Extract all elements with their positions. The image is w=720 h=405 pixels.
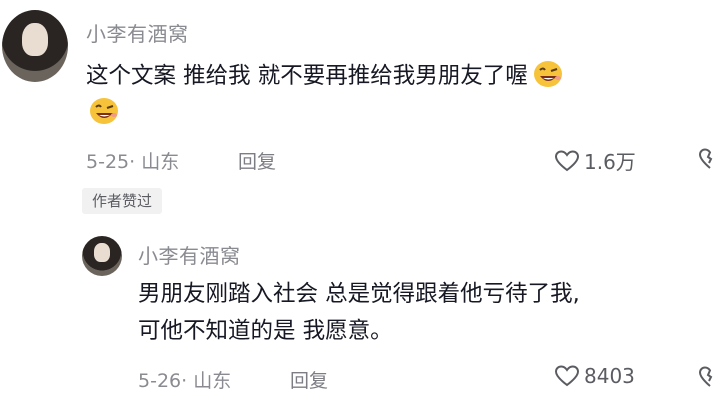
comment-date-location: 5-25· 山东	[86, 151, 180, 173]
like-count: 8403	[584, 364, 635, 388]
reply-button[interactable]: 回复	[238, 147, 276, 174]
comment-text: 这个文案 推给我 就不要再推给我男朋友了喔	[86, 58, 564, 95]
reply-date-location: 5-26· 山东	[138, 370, 232, 392]
reply-author[interactable]: 小李有酒窝	[138, 240, 241, 269]
grinning-wink-emoji-icon	[533, 61, 562, 87]
like-count: 1.6万	[584, 150, 636, 174]
like-button[interactable]: 1.6万	[554, 146, 636, 175]
comment-author[interactable]: 小李有酒窝	[86, 18, 189, 47]
comment-emoji-line	[84, 96, 120, 126]
heart-icon	[554, 365, 580, 387]
avatar[interactable]	[2, 10, 68, 82]
avatar[interactable]	[82, 236, 122, 276]
reply-text-line1: 男朋友刚踏入社会 总是觉得跟着他亏待了我,	[138, 281, 580, 307]
broken-heart-icon[interactable]	[698, 365, 720, 389]
grinning-wink-emoji-icon	[90, 98, 118, 124]
broken-heart-icon[interactable]	[698, 147, 720, 171]
reply-button[interactable]: 回复	[290, 366, 328, 393]
heart-icon	[554, 149, 580, 171]
comment-text-line1: 这个文案 推给我 就不要再推给我男朋友了喔	[86, 63, 528, 89]
like-button[interactable]: 8403	[554, 364, 635, 388]
author-liked-badge: 作者赞过	[82, 188, 163, 214]
reply-text-line2: 可他不知道的是 我愿意。	[138, 318, 393, 344]
